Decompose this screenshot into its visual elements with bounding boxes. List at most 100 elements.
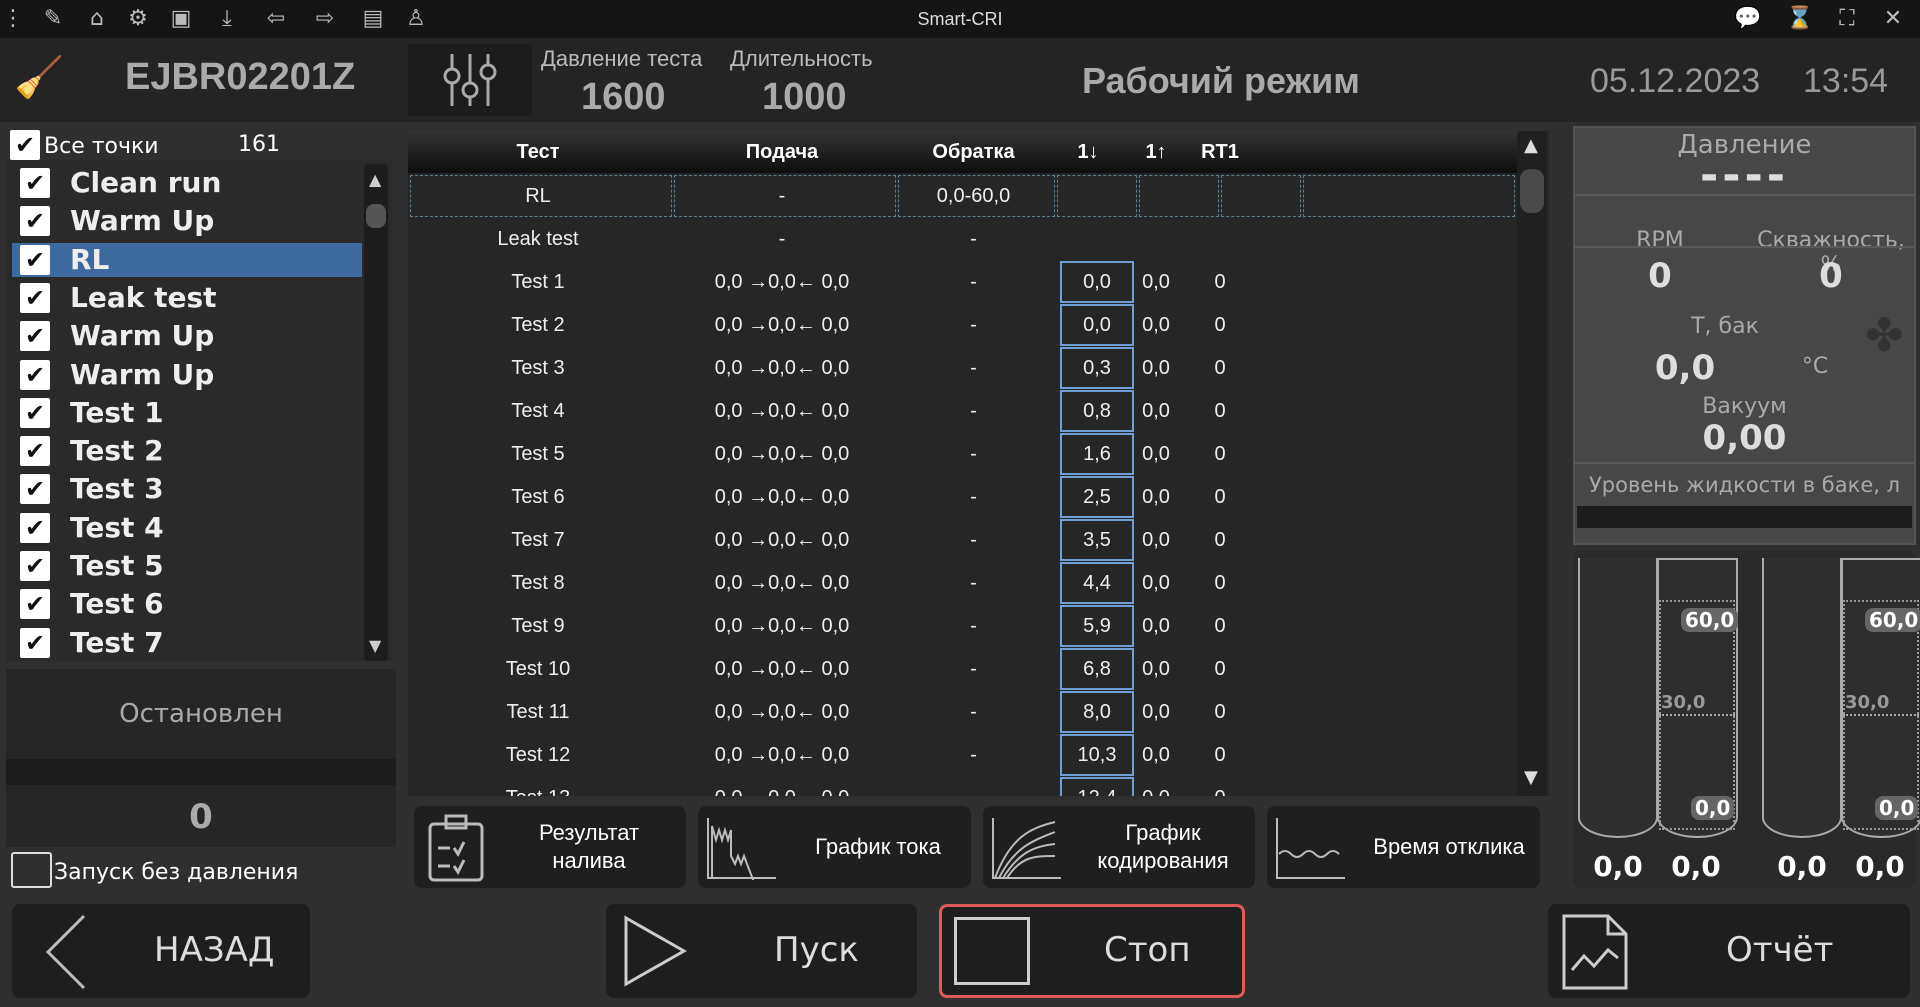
table-cell[interactable]: 0,3 bbox=[1060, 347, 1134, 389]
table-cell[interactable]: 5,9 bbox=[1060, 605, 1134, 647]
column-header[interactable]: 1↑ bbox=[1126, 141, 1186, 164]
table-cell[interactable]: 0,0 bbox=[1060, 304, 1134, 346]
table-row[interactable]: Leak test - - bbox=[408, 218, 1513, 260]
list-item-label: Test 1 bbox=[70, 395, 164, 429]
table-row[interactable]: Test 3 0,0 →0,0← 0,0 - 0,3 0,0 0 bbox=[408, 347, 1513, 389]
table-cell[interactable]: 0,8 bbox=[1060, 390, 1134, 432]
table-row[interactable]: Test 4 0,0 →0,0← 0,0 - 0,8 0,0 0 bbox=[408, 390, 1513, 432]
back-button[interactable]: НАЗАД bbox=[12, 904, 310, 998]
table-row[interactable]: Test 12 0,0 →0,0← 0,0 - 10,3 0,0 0 bbox=[408, 734, 1513, 776]
sensor-panel: Давление ---- RPM 0 Скважность, % 0 Т, б… bbox=[1573, 126, 1916, 545]
response-time-icon bbox=[1276, 818, 1345, 879]
item-checkbox[interactable]: ✔ bbox=[20, 436, 50, 467]
broom-icon[interactable]: 🧹 bbox=[14, 54, 64, 101]
scroll-down-icon[interactable]: ▼ bbox=[369, 636, 381, 655]
scroll-thumb[interactable] bbox=[1520, 169, 1544, 213]
table-cell[interactable]: 2,5 bbox=[1060, 476, 1134, 518]
start-button[interactable]: Пуск bbox=[606, 904, 917, 998]
table-cell: Test 13 bbox=[408, 777, 668, 796]
list-item[interactable]: ✔ Warm Up bbox=[12, 204, 362, 238]
table-cell: 0 bbox=[1214, 271, 1226, 293]
table-row[interactable]: Test 1 0,0 →0,0← 0,0 - 0,0 0,0 0 bbox=[408, 261, 1513, 303]
status-text: Остановлен bbox=[119, 699, 283, 729]
table-cell: 0,0 →0,0← 0,0 bbox=[714, 314, 850, 336]
scroll-down-icon[interactable]: ▼ bbox=[1524, 767, 1538, 788]
fullscreen-icon[interactable]: ⛶ bbox=[1834, 6, 1860, 32]
table-cell[interactable]: 0,0 bbox=[1060, 261, 1134, 303]
item-checkbox[interactable]: ✔ bbox=[20, 397, 50, 428]
fill-result-button[interactable]: Результат налива bbox=[414, 806, 686, 888]
list-item[interactable]: ✔ Warm Up bbox=[12, 319, 362, 353]
table-cell[interactable]: 1,6 bbox=[1060, 433, 1134, 475]
item-checkbox[interactable]: ✔ bbox=[20, 244, 50, 275]
gauge-right-value: 0,0 bbox=[1671, 850, 1721, 883]
table-cell[interactable]: 6,8 bbox=[1060, 648, 1134, 690]
table-cell[interactable]: 3,5 bbox=[1060, 519, 1134, 561]
table-cell: 0,0 →0,0← 0,0 bbox=[714, 443, 850, 465]
list-item[interactable]: ✔ Test 2 bbox=[12, 434, 362, 468]
table-cell[interactable]: 10,3 bbox=[1060, 734, 1134, 776]
table-cell: - bbox=[970, 443, 977, 465]
list-item[interactable]: ✔ Test 1 bbox=[12, 396, 362, 430]
hourglass-icon[interactable]: ⌛ bbox=[1786, 6, 1813, 32]
table-row[interactable]: Test 2 0,0 →0,0← 0,0 - 0,0 0,0 0 bbox=[408, 304, 1513, 346]
item-checkbox[interactable]: ✔ bbox=[20, 627, 50, 658]
list-scrollbar[interactable]: ▲ ▼ bbox=[364, 164, 388, 661]
column-header[interactable]: Обратка bbox=[896, 141, 1051, 164]
column-header[interactable]: Тест bbox=[408, 141, 668, 164]
table-cell: - bbox=[970, 271, 977, 293]
list-item[interactable]: ✔ Test 4 bbox=[12, 511, 362, 545]
report-button[interactable]: Отчёт bbox=[1548, 904, 1910, 998]
item-checkbox[interactable]: ✔ bbox=[20, 359, 50, 390]
response-time-button[interactable]: Время отклика bbox=[1267, 806, 1540, 888]
table-row[interactable]: Test 11 0,0 →0,0← 0,0 - 8,0 0,0 0 bbox=[408, 691, 1513, 733]
current-chart-button[interactable]: График тока bbox=[698, 806, 971, 888]
all-points-checkbox[interactable]: ✔ bbox=[10, 130, 40, 160]
item-checkbox[interactable]: ✔ bbox=[20, 206, 50, 237]
settings-sliders-button[interactable] bbox=[408, 44, 532, 116]
table-cell: 0,0 bbox=[1142, 572, 1170, 594]
item-checkbox[interactable]: ✔ bbox=[20, 589, 50, 620]
column-header[interactable]: Подача bbox=[671, 141, 893, 164]
table-row[interactable]: Test 5 0,0 →0,0← 0,0 - 1,6 0,0 0 bbox=[408, 433, 1513, 475]
table-row[interactable]: Test 10 0,0 →0,0← 0,0 - 6,8 0,0 0 bbox=[408, 648, 1513, 690]
date: 05.12.2023 bbox=[1590, 62, 1761, 100]
table-cell: Test 7 bbox=[511, 529, 565, 551]
item-checkbox[interactable]: ✔ bbox=[20, 168, 50, 198]
column-header[interactable]: 1↓ bbox=[1058, 141, 1118, 164]
scroll-up-icon[interactable]: ▲ bbox=[369, 170, 381, 189]
close-icon[interactable]: ✕ bbox=[1880, 6, 1906, 32]
scroll-thumb[interactable] bbox=[366, 204, 386, 228]
column-header[interactable]: RT1 bbox=[1190, 141, 1250, 164]
table-scrollbar[interactable]: ▲ ▼ bbox=[1517, 131, 1547, 796]
item-checkbox[interactable]: ✔ bbox=[20, 321, 50, 352]
table-row[interactable]: Test 8 0,0 →0,0← 0,0 - 4,4 0,0 0 bbox=[408, 562, 1513, 604]
stop-button[interactable]: Стоп bbox=[939, 904, 1245, 998]
list-item[interactable]: ✔ Leak test bbox=[12, 281, 362, 315]
table-row[interactable]: Test 7 0,0 →0,0← 0,0 - 3,5 0,0 0 bbox=[408, 519, 1513, 561]
list-item[interactable]: ✔ Test 7 bbox=[12, 626, 362, 660]
list-item[interactable]: ✔ Test 3 bbox=[12, 472, 362, 506]
item-checkbox[interactable]: ✔ bbox=[20, 474, 50, 505]
table-row[interactable]: Test 6 0,0 →0,0← 0,0 - 2,5 0,0 0 bbox=[408, 476, 1513, 518]
chat-icon[interactable]: 💬 bbox=[1734, 6, 1761, 32]
list-item[interactable]: ✔ Warm Up bbox=[12, 358, 362, 392]
item-checkbox[interactable]: ✔ bbox=[20, 282, 50, 313]
list-item[interactable]: ✔ Test 5 bbox=[12, 549, 362, 583]
coding-chart-button[interactable]: График кодирования bbox=[983, 806, 1255, 888]
item-checkbox[interactable]: ✔ bbox=[20, 551, 50, 581]
list-item[interactable]: ✔ Clean run bbox=[12, 166, 362, 200]
table-cell[interactable]: 4,4 bbox=[1060, 562, 1134, 604]
table-cell: Test 10 bbox=[505, 658, 571, 680]
no-pressure-checkbox[interactable] bbox=[11, 852, 52, 888]
list-item[interactable]: ✔ RL bbox=[12, 242, 362, 277]
list-item[interactable]: ✔ Test 6 bbox=[12, 587, 362, 621]
table-row[interactable]: Test 130,0 →0,0← 0,0-12,40,00 bbox=[408, 777, 1513, 796]
scroll-up-icon[interactable]: ▲ bbox=[1524, 135, 1538, 156]
item-checkbox[interactable]: ✔ bbox=[20, 512, 50, 543]
table-cell[interactable]: 12,4 bbox=[1060, 777, 1134, 796]
table-cell[interactable]: 8,0 bbox=[1060, 691, 1134, 733]
table-row[interactable]: RL - 0,0-60,0 bbox=[408, 175, 1515, 217]
table-row[interactable]: Test 9 0,0 →0,0← 0,0 - 5,9 0,0 0 bbox=[408, 605, 1513, 647]
list-item-label: RL bbox=[70, 242, 110, 276]
